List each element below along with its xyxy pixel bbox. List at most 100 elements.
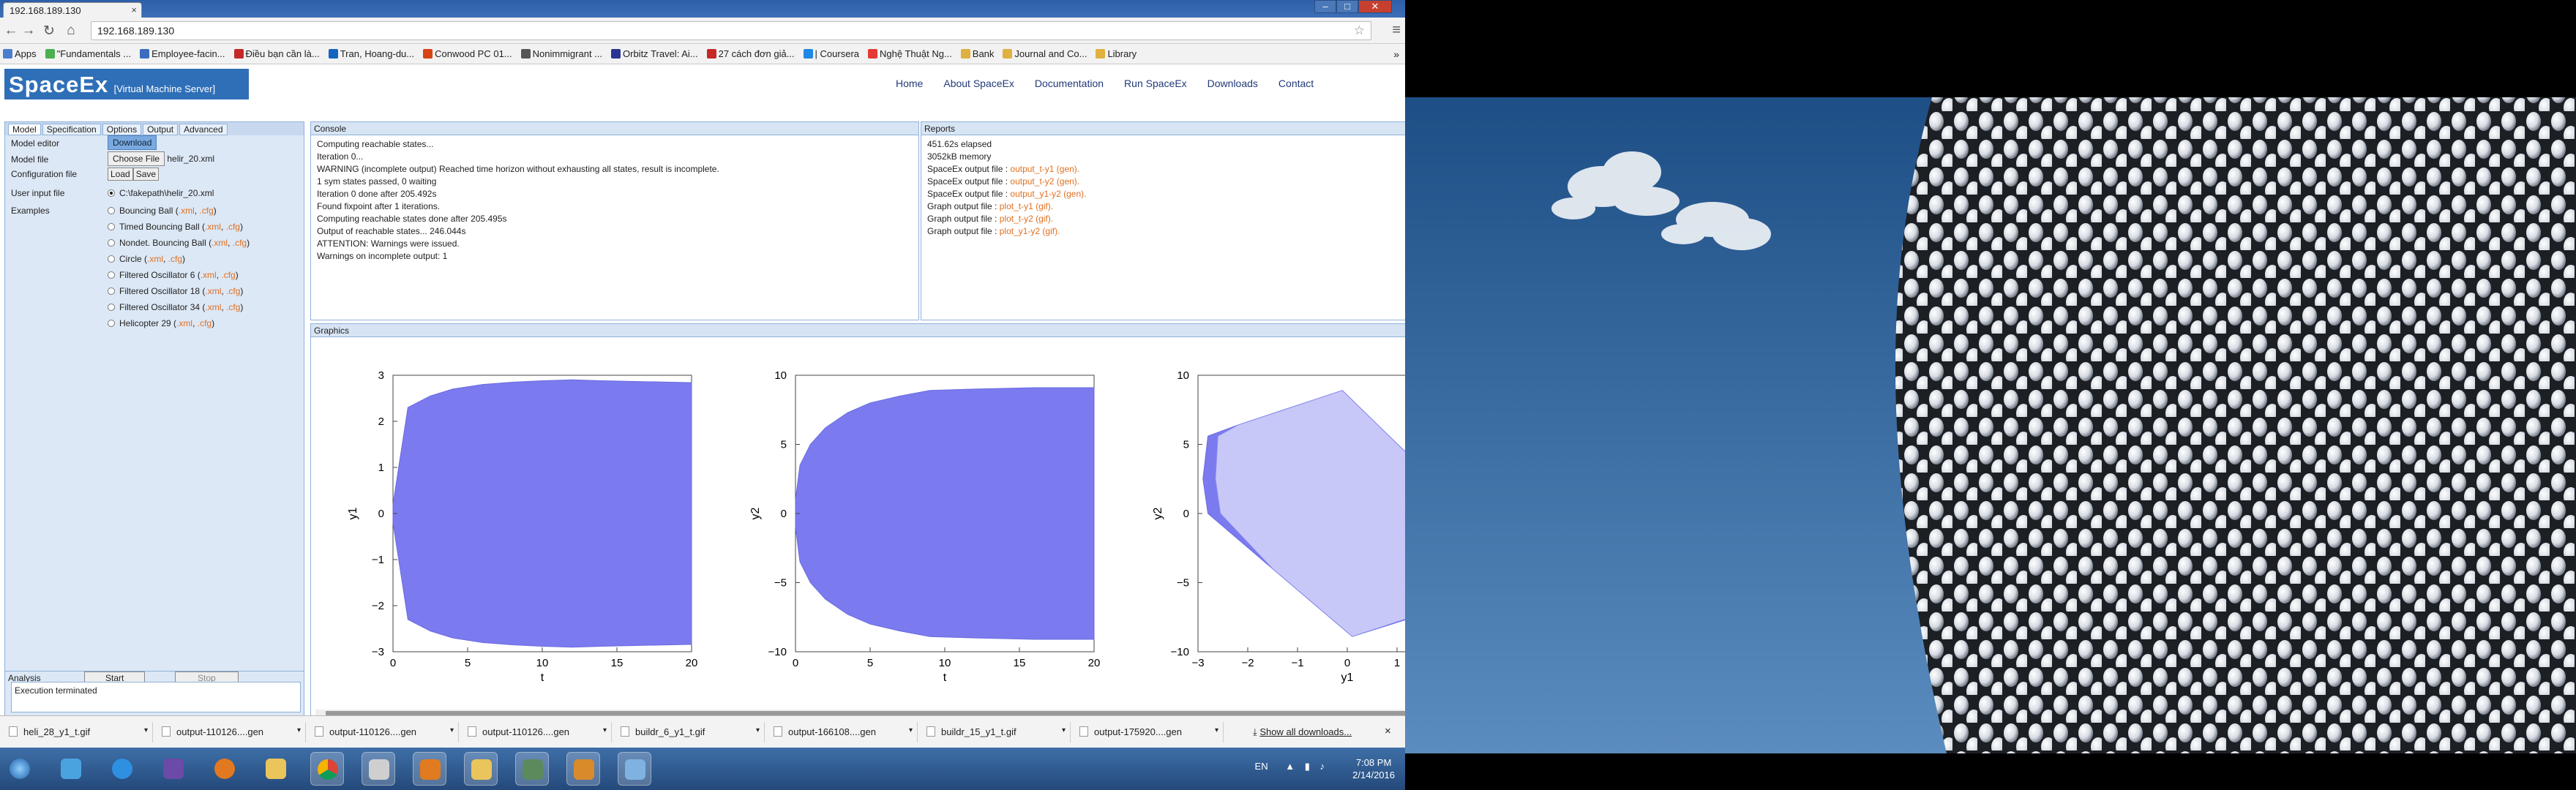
- minimize-icon[interactable]: –: [1314, 0, 1336, 13]
- shelf-close-icon[interactable]: ×: [1385, 725, 1391, 737]
- pdf-icon[interactable]: [413, 752, 446, 786]
- nav-link[interactable]: Run SpaceEx: [1124, 78, 1187, 89]
- tray-arrow-icon[interactable]: ▲: [1285, 761, 1295, 772]
- example-xml-link[interactable]: .xml: [201, 270, 217, 280]
- download-item[interactable]: output-110126....gen ▾: [309, 722, 459, 742]
- example-radio[interactable]: [108, 207, 115, 214]
- download-menu-icon[interactable]: ▾: [450, 726, 454, 734]
- download-item[interactable]: output-110126....gen ▾: [462, 722, 612, 742]
- tab-advanced[interactable]: Advanced: [179, 124, 228, 135]
- example-radio[interactable]: [108, 304, 115, 311]
- bookmark-item[interactable]: Nonimmigrant ...: [518, 44, 605, 59]
- bookmark-item[interactable]: Orbitz Travel: Ai...: [608, 44, 701, 59]
- bookmark-item[interactable]: | Coursera: [801, 44, 862, 59]
- download-item[interactable]: buildr_15_y1_t.gif ▾: [921, 722, 1071, 742]
- forward-icon[interactable]: →: [20, 23, 37, 39]
- tab-output[interactable]: Output: [143, 124, 179, 135]
- example-cfg-link[interactable]: .cfg: [226, 286, 240, 296]
- close-window-icon[interactable]: ✕: [1358, 0, 1392, 13]
- download-button[interactable]: Download: [108, 135, 157, 150]
- visual-studio-icon[interactable]: [157, 752, 190, 786]
- tab-options[interactable]: Options: [102, 124, 142, 135]
- browser-tab[interactable]: 192.168.189.130 ×: [3, 2, 142, 18]
- download-menu-icon[interactable]: ▾: [603, 726, 607, 734]
- reload-icon[interactable]: ↻: [41, 23, 57, 40]
- download-menu-icon[interactable]: ▾: [909, 726, 913, 734]
- bookmarks-more-icon[interactable]: »: [1393, 48, 1399, 60]
- bookmark-item[interactable]: Bank: [958, 44, 997, 59]
- bookmark-item[interactable]: Journal and Co...: [1000, 44, 1090, 59]
- firefox-icon[interactable]: [208, 752, 242, 786]
- network-icon[interactable]: ▮: [1305, 761, 1310, 772]
- tab-model[interactable]: Model: [8, 124, 41, 135]
- example-cfg-link[interactable]: .cfg: [233, 238, 247, 248]
- example-xml-link[interactable]: .xml: [176, 318, 192, 328]
- nav-link[interactable]: About SpaceEx: [943, 78, 1014, 89]
- nav-link[interactable]: Downloads: [1208, 78, 1258, 89]
- example-radio[interactable]: [108, 239, 115, 247]
- home-icon[interactable]: ⌂: [63, 23, 79, 39]
- example-radio[interactable]: [108, 271, 115, 279]
- choose-file-button[interactable]: Choose File: [108, 151, 165, 166]
- clock[interactable]: 7:08 PM 2/14/2016: [1352, 756, 1395, 781]
- download-item[interactable]: heli_28_y1_t.gif ▾: [3, 722, 153, 742]
- bookmark-item[interactable]: "Fundamentals ...: [42, 44, 134, 59]
- matlab-icon[interactable]: [566, 752, 600, 786]
- back-icon[interactable]: ←: [3, 23, 19, 39]
- report-link[interactable]: plot_y1-y2 (gif).: [1000, 226, 1060, 236]
- bookmark-item[interactable]: Tran, Hoang-du...: [326, 44, 417, 59]
- example-xml-link[interactable]: .xml: [147, 254, 163, 264]
- nav-link[interactable]: Home: [896, 78, 923, 89]
- example-cfg-link[interactable]: .cfg: [221, 270, 235, 280]
- nav-link[interactable]: Documentation: [1035, 78, 1104, 89]
- report-link[interactable]: output_y1-y2 (gen).: [1010, 189, 1086, 199]
- report-link[interactable]: plot_t-y1 (gif).: [1000, 201, 1053, 211]
- chrome-icon[interactable]: [310, 752, 344, 786]
- download-item[interactable]: buildr_6_y1_t.gif ▾: [615, 722, 765, 742]
- download-menu-icon[interactable]: ▾: [1215, 726, 1218, 734]
- download-item[interactable]: output-166108....gen ▾: [768, 722, 918, 742]
- tab-close-icon[interactable]: ×: [131, 4, 137, 15]
- menu-icon[interactable]: ≡: [1392, 22, 1401, 39]
- example-xml-link[interactable]: .xml: [205, 302, 221, 312]
- download-menu-icon[interactable]: ▾: [1062, 726, 1066, 734]
- example-radio[interactable]: [108, 255, 115, 263]
- example-xml-link[interactable]: .xml: [211, 238, 228, 248]
- example-radio[interactable]: [108, 320, 115, 327]
- download-menu-icon[interactable]: ▾: [756, 726, 760, 734]
- example-cfg-link[interactable]: .cfg: [198, 318, 211, 328]
- report-link[interactable]: output_t-y2 (gen).: [1010, 176, 1079, 187]
- tab-specification[interactable]: Specification: [42, 124, 101, 135]
- star-icon[interactable]: ☆: [1354, 23, 1365, 38]
- example-xml-link[interactable]: .xml: [205, 222, 221, 232]
- example-radio[interactable]: [108, 223, 115, 230]
- report-link[interactable]: output_t-y1 (gen).: [1010, 164, 1079, 174]
- bookmark-item[interactable]: Nghệ Thuật Ng...: [865, 44, 955, 59]
- paint-icon[interactable]: [618, 752, 651, 786]
- save-button[interactable]: Save: [132, 168, 160, 181]
- example-xml-link[interactable]: .xml: [205, 286, 221, 296]
- bookmark-item[interactable]: Apps: [0, 44, 40, 59]
- ie-icon[interactable]: [105, 752, 139, 786]
- bookmark-item[interactable]: 27 cách đơn giả...: [704, 44, 798, 59]
- media-player-icon[interactable]: [54, 752, 88, 786]
- download-item[interactable]: output-175920....gen ▾: [1074, 722, 1224, 742]
- nav-link[interactable]: Contact: [1278, 78, 1314, 89]
- bookmark-item[interactable]: Employee-facin...: [137, 44, 228, 59]
- example-cfg-link[interactable]: .cfg: [226, 302, 240, 312]
- bookmark-item[interactable]: Điều bạn cần là...: [231, 44, 323, 59]
- explorer-icon[interactable]: [259, 752, 293, 786]
- bookmark-item[interactable]: Library: [1093, 44, 1139, 59]
- report-link[interactable]: plot_t-y2 (gif).: [1000, 214, 1053, 224]
- example-cfg-link[interactable]: .cfg: [199, 206, 213, 216]
- download-menu-icon[interactable]: ▾: [297, 726, 301, 734]
- download-menu-icon[interactable]: ▾: [144, 726, 148, 734]
- download-item[interactable]: output-110126....gen ▾: [156, 722, 306, 742]
- language-indicator[interactable]: EN: [1255, 761, 1268, 772]
- address-bar[interactable]: 192.168.189.130 ☆: [91, 21, 1371, 40]
- maximize-icon[interactable]: □: [1336, 0, 1358, 13]
- example-cfg-link[interactable]: .cfg: [226, 222, 240, 232]
- example-radio[interactable]: [108, 287, 115, 295]
- volume-icon[interactable]: ♪: [1320, 761, 1325, 772]
- xml-app-icon[interactable]: [362, 752, 395, 786]
